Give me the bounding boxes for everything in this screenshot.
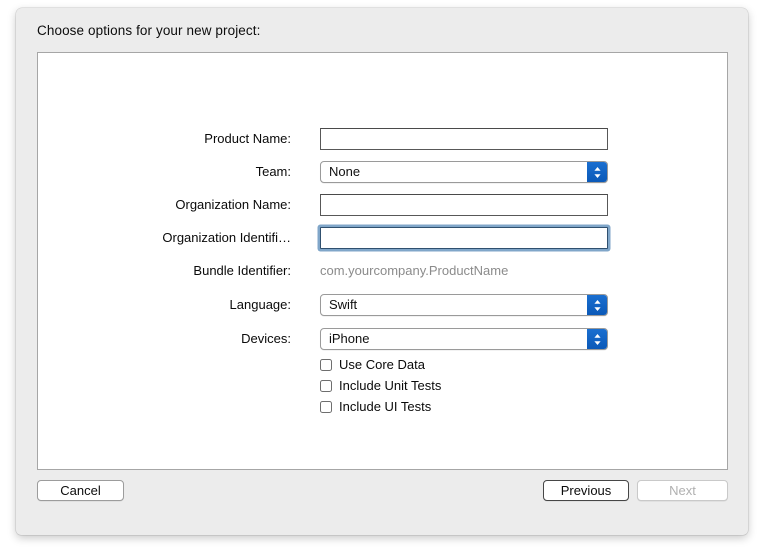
- label-team: Team:: [255, 164, 291, 179]
- chevron-up-down-icon: [587, 162, 607, 182]
- form-row-bundle-identifier: Bundle Identifier: com.yourcompany.Produ…: [38, 260, 727, 282]
- checkbox-box-icon[interactable]: [320, 380, 332, 392]
- checkbox-box-icon[interactable]: [320, 359, 332, 371]
- form-row-organization-name: Organization Name:: [38, 194, 727, 216]
- bundle-identifier-value: com.yourcompany.ProductName: [320, 263, 509, 278]
- chevron-up-down-icon: [587, 329, 607, 349]
- checkbox-box-icon[interactable]: [320, 401, 332, 413]
- checkbox-include-ui-tests[interactable]: Include UI Tests: [320, 398, 431, 416]
- organization-identifier-input[interactable]: [320, 227, 608, 249]
- options-content-panel: Product Name: Team: None Organization Na…: [37, 52, 728, 470]
- devices-popup-button[interactable]: iPhone: [320, 328, 608, 350]
- organization-name-input[interactable]: [320, 194, 608, 216]
- form-row-language: Language: Swift: [38, 294, 727, 316]
- checkbox-label-include-ui-tests: Include UI Tests: [339, 399, 432, 414]
- devices-popup-value: iPhone: [329, 331, 370, 346]
- previous-button[interactable]: Previous: [543, 480, 629, 501]
- form-row-team: Team: None: [38, 161, 727, 183]
- label-devices: Devices:: [241, 331, 291, 346]
- label-organization-name: Organization Name:: [175, 197, 291, 212]
- label-product-name: Product Name:: [204, 131, 291, 146]
- next-button: Next: [637, 480, 728, 501]
- label-bundle-identifier: Bundle Identifier:: [193, 263, 291, 278]
- form-row-product-name: Product Name:: [38, 128, 727, 150]
- checkbox-label-use-core-data: Use Core Data: [339, 357, 425, 372]
- label-organization-identifier: Organization Identifi…: [162, 230, 291, 245]
- cancel-button[interactable]: Cancel: [37, 480, 124, 501]
- sheet-title: Choose options for your new project:: [37, 23, 261, 38]
- language-popup-value: Swift: [329, 297, 358, 312]
- product-name-input[interactable]: [320, 128, 608, 150]
- form-row-devices: Devices: iPhone: [38, 328, 727, 350]
- checkbox-include-unit-tests[interactable]: Include Unit Tests: [320, 377, 441, 395]
- label-language: Language:: [229, 297, 291, 312]
- chevron-up-down-icon: [587, 295, 607, 315]
- checkbox-use-core-data[interactable]: Use Core Data: [320, 356, 425, 374]
- new-project-options-sheet: Choose options for your new project: Pro…: [16, 8, 748, 535]
- checkbox-label-include-unit-tests: Include Unit Tests: [339, 378, 442, 393]
- language-popup-button[interactable]: Swift: [320, 294, 608, 316]
- form-row-organization-identifier: Organization Identifi…: [38, 227, 727, 249]
- team-popup-value: None: [329, 164, 361, 179]
- team-popup-button[interactable]: None: [320, 161, 608, 183]
